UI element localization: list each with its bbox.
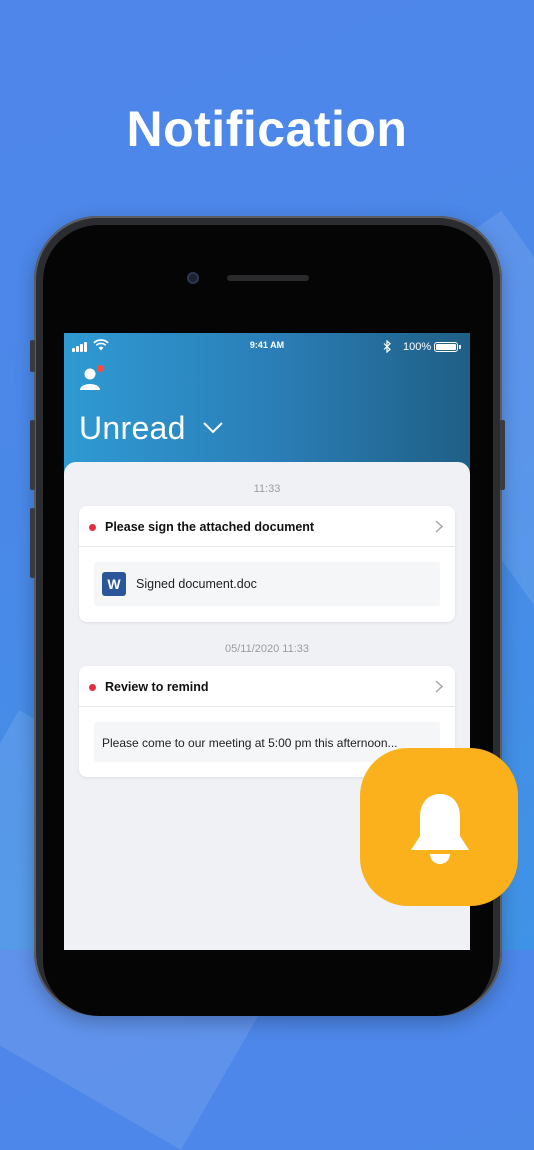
volume-up-button (30, 420, 35, 490)
group-timestamp: 11:33 (253, 483, 281, 495)
front-camera (187, 272, 199, 284)
card-title: Please sign the attached document (105, 520, 315, 534)
app-header: 9:41 AM 100% Unread (64, 333, 470, 473)
chevron-right-icon[interactable] (435, 520, 443, 533)
message-text: Please come to our meeting at 5:00 pm th… (102, 736, 398, 750)
notification-dot (97, 365, 104, 372)
folder-title[interactable]: Unread (79, 410, 186, 447)
card-header[interactable]: Please sign the attached document (79, 506, 455, 547)
unread-dot (89, 684, 96, 691)
notification-card[interactable]: Please sign the attached document W Sign… (79, 506, 455, 622)
battery-percent: 100% (403, 341, 432, 353)
unread-dot (89, 524, 96, 531)
mute-switch (30, 340, 35, 372)
headline: Notification (126, 101, 408, 157)
chevron-down-icon[interactable] (202, 421, 224, 435)
bell-icon (411, 794, 469, 864)
battery-icon (434, 342, 458, 352)
attachment-item[interactable]: W Signed document.doc (94, 562, 440, 606)
attachment-name: Signed document.doc (136, 577, 257, 591)
bluetooth-icon (383, 340, 391, 353)
card-header[interactable]: Review to remind (79, 666, 455, 707)
chevron-right-icon[interactable] (435, 680, 443, 693)
word-icon: W (102, 572, 126, 596)
status-bar: 9:41 AM 100% (64, 333, 470, 359)
earpiece-speaker (227, 275, 309, 281)
card-title: Review to remind (105, 680, 209, 694)
power-button (500, 420, 505, 490)
group-timestamp: 05/11/2020 11:33 (224, 643, 309, 655)
volume-down-button (30, 508, 35, 578)
